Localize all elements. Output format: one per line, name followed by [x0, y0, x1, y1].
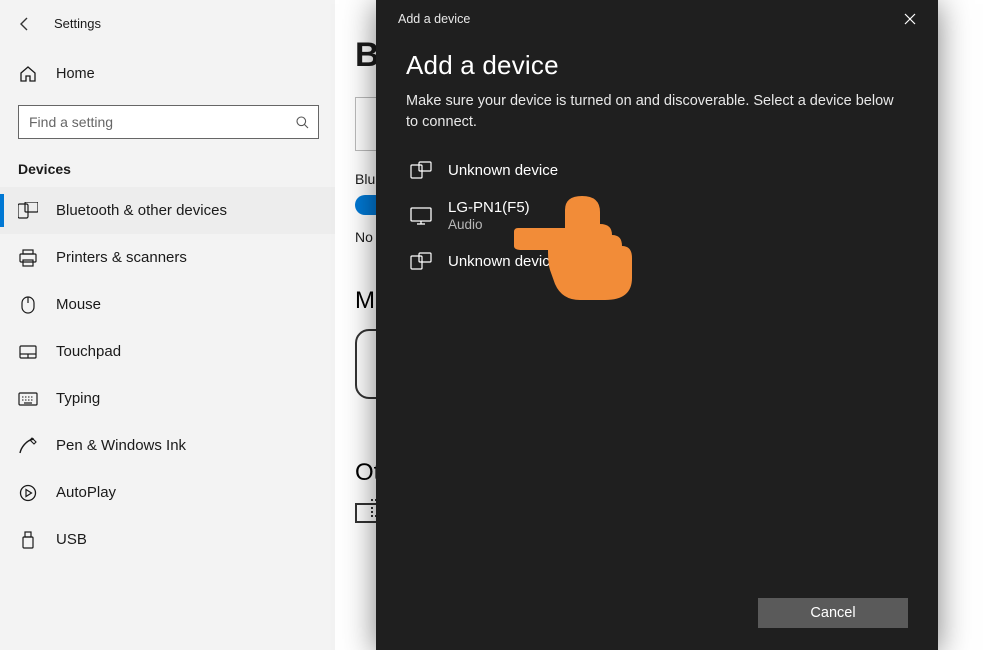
cancel-button[interactable]: Cancel [758, 598, 908, 628]
device-name: Unknown device [448, 162, 558, 179]
dialog-footer: Cancel [376, 586, 938, 650]
dialog-heading: Add a device [406, 50, 908, 81]
sidebar-item-label: AutoPlay [56, 484, 116, 501]
search-input-wrap[interactable] [18, 105, 319, 139]
pen-icon [18, 437, 38, 455]
device-row-unknown-1[interactable]: Unknown device [406, 151, 908, 189]
device-row-lg-pn1[interactable]: LG-PN1(F5) Audio [406, 189, 908, 242]
sidebar-item-bluetooth[interactable]: Bluetooth & other devices [0, 187, 335, 234]
sidebar-item-label: Pen & Windows Ink [56, 437, 186, 454]
dialog-titlebar-text: Add a device [398, 12, 470, 26]
keyboard-icon [18, 392, 38, 406]
sidebar-header: Settings [0, 12, 335, 41]
sidebar-item-home[interactable]: Home [0, 57, 335, 91]
sidebar-item-usb[interactable]: USB [0, 516, 335, 563]
sidebar-item-typing[interactable]: Typing [0, 375, 335, 422]
home-label: Home [56, 66, 95, 82]
settings-title: Settings [54, 16, 101, 31]
search-icon [295, 115, 310, 130]
sidebar-item-label: Printers & scanners [56, 249, 187, 266]
sidebar-item-mouse[interactable]: Mouse [0, 281, 335, 328]
device-row-unknown-2[interactable]: Unknown device [406, 242, 908, 280]
printer-icon [18, 249, 38, 267]
dialog-body: Add a device Make sure your device is tu… [376, 30, 938, 586]
device-name: LG-PN1(F5) [448, 199, 530, 216]
monitor-icon [410, 207, 432, 225]
home-icon [18, 65, 38, 83]
mouse-icon [18, 296, 38, 314]
sidebar-item-label: Mouse [56, 296, 101, 313]
sidebar-category: Devices [0, 139, 335, 187]
device-generic-icon [410, 161, 432, 179]
sidebar-item-label: USB [56, 531, 87, 548]
touchpad-icon [18, 345, 38, 359]
sidebar-item-label: Bluetooth & other devices [56, 202, 227, 219]
sidebar-item-label: Touchpad [56, 343, 121, 360]
autoplay-icon [18, 484, 38, 502]
close-icon[interactable] [896, 9, 924, 29]
sidebar-item-printers[interactable]: Printers & scanners [0, 234, 335, 281]
device-subtitle: Audio [448, 217, 530, 232]
device-generic-icon [410, 252, 432, 270]
device-name: Unknown device [448, 253, 558, 270]
settings-sidebar: Settings Home Devices Bluetooth & other … [0, 0, 335, 650]
dialog-titlebar: Add a device [376, 0, 938, 30]
sidebar-item-pen[interactable]: Pen & Windows Ink [0, 422, 335, 469]
add-device-dialog: Add a device Add a device Make sure your… [376, 0, 938, 650]
sidebar-item-label: Typing [56, 390, 100, 407]
search-input[interactable] [29, 114, 295, 130]
back-icon[interactable] [18, 17, 32, 31]
usb-icon [18, 531, 38, 549]
sidebar-item-touchpad[interactable]: Touchpad [0, 328, 335, 375]
sidebar-item-autoplay[interactable]: AutoPlay [0, 469, 335, 516]
bluetooth-devices-icon [18, 202, 38, 220]
dialog-subtitle: Make sure your device is turned on and d… [406, 91, 908, 133]
